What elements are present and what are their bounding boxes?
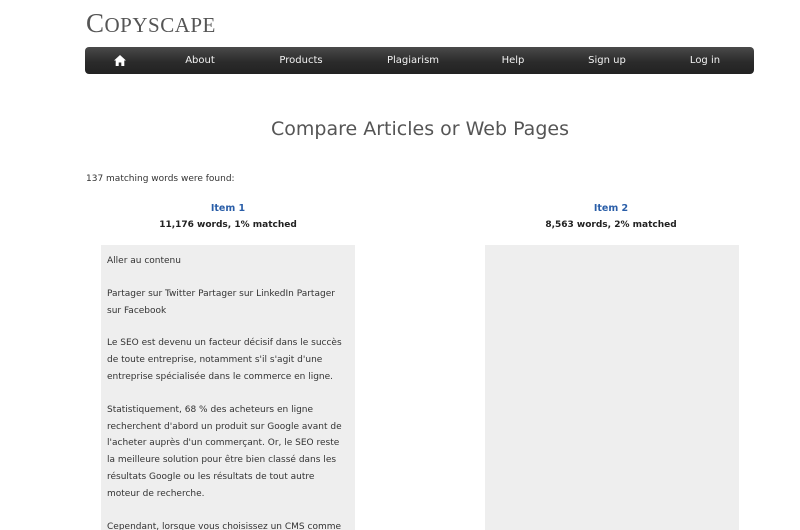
matching-words-summary: 137 matching words were found: xyxy=(86,174,235,184)
item-2-content-panel[interactable] xyxy=(485,245,739,530)
item-1-paragraph: Aller au contenu xyxy=(107,256,181,266)
item-1-title: Item 1 xyxy=(210,203,246,214)
nav-products[interactable]: Products xyxy=(245,55,357,66)
main-nav: About Products Plagiarism Help Sign up L… xyxy=(85,47,754,74)
home-icon xyxy=(114,55,126,66)
item-1-paragraph: Partager sur Twitter Partager sur Linked… xyxy=(107,288,335,316)
nav-log-in[interactable]: Log in xyxy=(657,55,753,66)
copyscape-logo[interactable]: COPYSCAPE xyxy=(86,8,216,39)
item-1-paragraph: Statistiquement, 68 % des acheteurs en l… xyxy=(107,404,342,499)
item-2-header: Item 2 8,563 words, 2% matched xyxy=(476,203,746,230)
nav-help[interactable]: Help xyxy=(469,55,557,66)
item-1-paragraph: Le SEO est devenu un facteur décisif dan… xyxy=(107,338,342,382)
item-2-title: Item 2 xyxy=(593,203,629,214)
item-1-header: Item 1 11,176 words, 1% matched xyxy=(93,203,363,230)
item-1-paragraph: Cependant, lorsque vous choisissez un CM… xyxy=(107,521,342,530)
logo-rest: OPYSCAPE xyxy=(104,13,216,37)
item-1-stats: 11,176 words, 1% matched xyxy=(159,220,297,230)
page-title: Compare Articles or Web Pages xyxy=(271,118,569,140)
item-1-content-panel[interactable]: Aller au contenu Partager sur Twitter Pa… xyxy=(101,245,355,530)
nav-sign-up[interactable]: Sign up xyxy=(557,55,657,66)
nav-about[interactable]: About xyxy=(155,55,245,66)
nav-plagiarism[interactable]: Plagiarism xyxy=(357,55,469,66)
logo-initial: C xyxy=(86,8,105,38)
item-2-stats: 8,563 words, 2% matched xyxy=(545,220,677,230)
nav-home[interactable] xyxy=(85,55,155,66)
